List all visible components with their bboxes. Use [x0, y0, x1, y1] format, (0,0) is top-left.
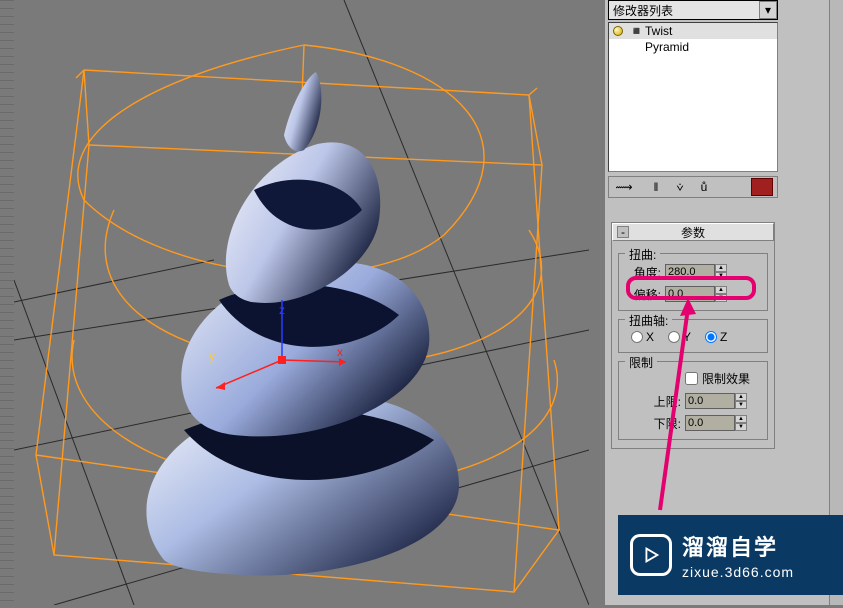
- modifier-stack[interactable]: ◾ Twist Pyramid: [608, 22, 778, 172]
- twist-legend: 扭曲:: [625, 246, 660, 263]
- axis-group: 扭曲轴: X Y Z: [618, 319, 768, 353]
- angle-label: 角度:: [625, 264, 661, 281]
- viewport-canvas: z x y: [14, 0, 589, 605]
- rollout-header[interactable]: - 参数: [612, 223, 774, 241]
- angle-spinner[interactable]: ▲▼: [665, 264, 733, 280]
- configure-sets-icon[interactable]: [751, 178, 773, 196]
- spin-up-icon[interactable]: ▲: [735, 415, 747, 423]
- upper-input[interactable]: [685, 393, 735, 409]
- limit-effect-label: 限制效果: [702, 370, 750, 387]
- axis-x-label: x: [337, 345, 343, 359]
- lower-label: 下限:: [645, 415, 681, 432]
- spin-down-icon[interactable]: ▼: [735, 423, 747, 431]
- watermark-logo-icon: [630, 534, 672, 576]
- angle-row: 角度: ▲▼: [625, 262, 761, 282]
- spin-down-icon[interactable]: ▼: [715, 294, 727, 302]
- lower-spinner[interactable]: ▲▼: [685, 415, 753, 431]
- upper-row: 上限: ▲▼: [645, 391, 761, 411]
- parameters-rollout: - 参数 扭曲: 角度: ▲▼ 偏移: ▲▼ 扭曲轴:: [611, 222, 775, 449]
- viewport-perspective[interactable]: z x y: [14, 0, 589, 605]
- spin-up-icon[interactable]: ▲: [715, 264, 727, 272]
- upper-label: 上限:: [645, 393, 681, 410]
- spin-up-icon[interactable]: ▲: [715, 286, 727, 294]
- bias-input[interactable]: [665, 286, 715, 302]
- stack-toolbar: ⟿ ‖ ⩒ ů: [608, 176, 778, 198]
- watermark-brand: 溜溜自学: [682, 530, 794, 562]
- pin-stack-icon[interactable]: ⟿: [613, 178, 635, 196]
- axis-y-label: y: [209, 349, 215, 363]
- axis-y-radio[interactable]: Y: [668, 330, 691, 344]
- vertical-ruler: [0, 0, 14, 605]
- spin-down-icon[interactable]: ▼: [735, 401, 747, 409]
- limits-legend: 限制: [625, 354, 657, 371]
- make-unique-icon[interactable]: ⩒: [669, 178, 691, 196]
- axis-x-radio[interactable]: X: [631, 330, 654, 344]
- modifier-stack-item-pyramid[interactable]: Pyramid: [609, 39, 777, 55]
- angle-input[interactable]: [665, 264, 715, 280]
- bias-label: 偏移:: [625, 286, 661, 303]
- spin-up-icon[interactable]: ▲: [735, 393, 747, 401]
- twist-group: 扭曲: 角度: ▲▼ 偏移: ▲▼: [618, 253, 768, 311]
- dropdown-arrow-icon[interactable]: ▾: [759, 1, 777, 19]
- modifier-list-label: 修改器列表: [613, 2, 673, 19]
- axis-legend: 扭曲轴:: [625, 312, 672, 329]
- bias-row: 偏移: ▲▼: [625, 284, 761, 304]
- lower-input[interactable]: [685, 415, 735, 431]
- modifier-name: Twist: [645, 24, 672, 38]
- spin-down-icon[interactable]: ▼: [715, 272, 727, 280]
- watermark: 溜溜自学 zixue.3d66.com: [618, 515, 843, 595]
- collapse-icon[interactable]: -: [617, 226, 629, 238]
- lower-row: 下限: ▲▼: [645, 413, 761, 433]
- modifier-list-dropdown[interactable]: 修改器列表 ▾: [608, 0, 778, 20]
- main-area: z x y: [0, 0, 605, 605]
- limits-group: 限制 限制效果 上限: ▲▼ 下限: ▲▼: [618, 361, 768, 440]
- show-end-result-icon[interactable]: ‖: [645, 178, 667, 196]
- remove-modifier-icon[interactable]: ů: [693, 178, 715, 196]
- modifier-stack-item-twist[interactable]: ◾ Twist: [609, 23, 777, 39]
- axis-z-radio[interactable]: Z: [705, 330, 727, 344]
- rollout-title: 参数: [681, 224, 705, 241]
- axis-z-label: z: [279, 303, 285, 317]
- limit-effect-checkbox[interactable]: [685, 372, 698, 385]
- bias-spinner[interactable]: ▲▼: [665, 286, 733, 302]
- bulb-icon[interactable]: [613, 26, 623, 36]
- expand-icon[interactable]: ◾: [629, 24, 639, 38]
- upper-spinner[interactable]: ▲▼: [685, 393, 753, 409]
- modifier-name: Pyramid: [645, 40, 689, 54]
- watermark-url: zixue.3d66.com: [682, 564, 794, 580]
